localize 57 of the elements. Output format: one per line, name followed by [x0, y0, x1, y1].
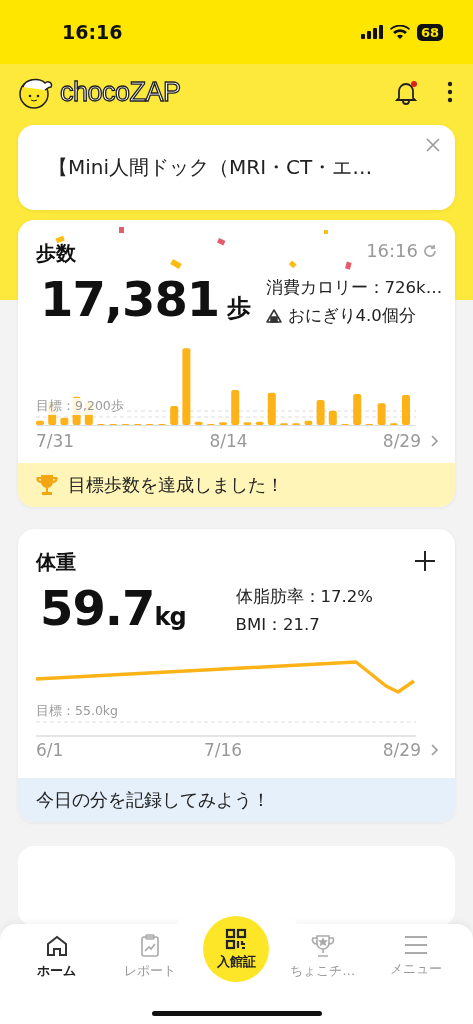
chart-bar — [328, 410, 337, 425]
chart-bar — [304, 420, 313, 425]
goal-label: 目標：55.0kg — [36, 703, 120, 720]
signal-icon — [360, 25, 383, 39]
body-fat-text: 体脂肪率：17.2% — [235, 586, 373, 608]
record-prompt: 今日の分を記録してみよう！ — [36, 788, 270, 812]
chart-bar — [231, 390, 240, 425]
axis-label: 8/29 — [382, 740, 421, 760]
step-count: 17,381 歩 — [39, 271, 250, 327]
equivalent-text: おにぎり4.0個分 — [287, 305, 416, 327]
axis-label: 7/31 — [36, 431, 75, 451]
chart-bar — [194, 421, 203, 425]
chevron-right-icon[interactable] — [429, 743, 439, 757]
axis-label: 8/29 — [382, 431, 421, 451]
calorie-text: 消費カロリー：726k… — [265, 277, 443, 299]
chart-bar — [267, 392, 276, 425]
home-icon — [44, 934, 69, 958]
app-logo: chocoZAP — [60, 76, 182, 108]
nav-tab[interactable]: ホーム — [16, 934, 97, 986]
clipboard-chart-icon — [139, 934, 162, 958]
chart-bar — [377, 403, 386, 425]
bmi-text: BMI：21.7 — [235, 614, 321, 636]
wifi-icon — [389, 25, 410, 39]
trophy-icon — [309, 934, 336, 958]
chart-bar — [353, 394, 362, 425]
battery-level: 68 — [416, 23, 443, 41]
chart-bar — [255, 421, 264, 425]
refresh-icon — [423, 243, 437, 258]
qr-code-icon — [225, 927, 248, 950]
weight-card[interactable]: 体重 59.7kg 体脂肪率：17.2% BMI：21.7 目標：55.0kg 6/1 7/16 8/29 今日の分を記録してみよう！ — [18, 529, 455, 822]
nav-tab[interactable]: 入館証 — [203, 916, 270, 982]
steps-card[interactable]: 歩数 16:16 17,381 歩 消費カロリー：726k… おにぎり4.0個分 目標：9,200歩 7/31 8/14 8/29 目標歩数を達成しました！ — [18, 220, 455, 507]
axis-label: 6/1 — [36, 740, 64, 760]
chart-bar — [219, 422, 227, 425]
announcement-banner[interactable]: 【Mini人間ドック（MRI・CT・エ… — [18, 125, 455, 210]
achievement-message: 目標歩数を達成しました！ — [68, 473, 284, 497]
status-time: 16:16 — [62, 21, 123, 43]
axis-label: 7/16 — [204, 740, 243, 760]
goal-label: 目標：9,200歩 — [36, 398, 126, 415]
chart-bar — [170, 406, 179, 425]
banner-text: 【Mini人間ドック（MRI・CT・エ… — [48, 154, 373, 181]
trophy-icon — [36, 474, 58, 496]
axis-label: 8/14 — [209, 431, 248, 451]
weight-value: 59.7kg — [39, 580, 186, 636]
close-button[interactable] — [425, 137, 441, 153]
chart-bar — [316, 400, 325, 425]
chart-bar — [243, 422, 252, 425]
chart-bar — [36, 420, 44, 425]
chart-bar — [60, 417, 69, 425]
menu-icon — [403, 934, 430, 956]
chart-bar — [402, 395, 410, 425]
card-title: 体重 — [36, 549, 76, 576]
add-button[interactable] — [413, 549, 437, 573]
more-options-button[interactable] — [447, 81, 453, 103]
notification-button[interactable] — [393, 79, 419, 105]
chevron-right-icon[interactable] — [429, 434, 439, 448]
card-title: 歩数 — [36, 240, 76, 267]
